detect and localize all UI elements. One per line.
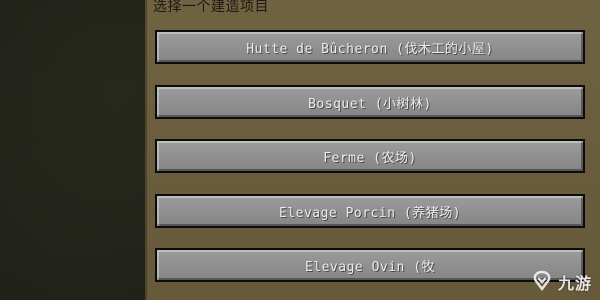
option-grove[interactable]: Bosquet (小树林)	[155, 85, 585, 119]
build-menu-panel: 选择一个建造项目 Hutte de Bûcheron (伐木工的小屋) Bosq…	[145, 0, 600, 300]
option-farm[interactable]: Ferme (农场)	[155, 139, 585, 173]
option-sheep-farm[interactable]: Elevage Ovin (牧	[155, 248, 585, 282]
option-pig-farm[interactable]: Elevage Porcin (养猪场)	[155, 194, 585, 228]
option-lumberjack-hut[interactable]: Hutte de Bûcheron (伐木工的小屋)	[155, 30, 585, 64]
watermark-text: 九游	[557, 274, 592, 293]
watermark: 九游	[530, 270, 592, 294]
game-screen: 选择一个建造项目 Hutte de Bûcheron (伐木工的小屋) Bosq…	[0, 0, 600, 300]
menu-title: 选择一个建造项目	[153, 0, 269, 15]
jiuyou-logo-icon	[533, 270, 551, 291]
